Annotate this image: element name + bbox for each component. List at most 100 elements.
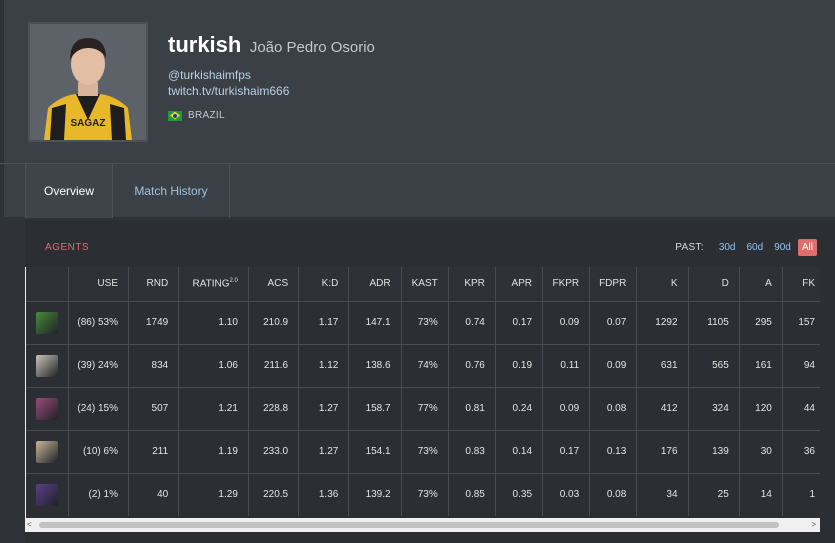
stat-cell-kd: 1.12 bbox=[298, 343, 350, 387]
agent-cell bbox=[26, 386, 69, 430]
time-range-filter: PAST: 30d 60d 90d All bbox=[675, 239, 817, 256]
range-60d-button[interactable]: 60d bbox=[743, 239, 768, 256]
stat-cell-acs: 220.5 bbox=[248, 472, 300, 516]
col-fkpr[interactable]: FKPR bbox=[542, 267, 591, 301]
col-fdpr[interactable]: FDPR bbox=[589, 267, 638, 301]
stat-cell-adr: 138.6 bbox=[348, 343, 402, 387]
col-rnd[interactable]: RND bbox=[128, 267, 180, 301]
past-label: PAST: bbox=[675, 242, 704, 253]
range-90d-button[interactable]: 90d bbox=[770, 239, 795, 256]
horizontal-scrollbar[interactable]: < > bbox=[25, 518, 820, 532]
col-adr[interactable]: ADR bbox=[348, 267, 402, 301]
stat-cell-apr: 0.14 bbox=[495, 429, 544, 473]
col-acs[interactable]: ACS bbox=[248, 267, 300, 301]
agent-cell bbox=[26, 343, 69, 387]
agent-4-icon bbox=[35, 440, 58, 463]
stat-cell-acs: 228.8 bbox=[248, 386, 300, 430]
stat-cell-acs: 233.0 bbox=[248, 429, 300, 473]
stat-cell-fkpr: 0.09 bbox=[542, 386, 591, 430]
stat-cell-fk: 1 bbox=[782, 472, 820, 516]
stat-cell-rnd: 211 bbox=[128, 429, 180, 473]
scrollbar-thumb[interactable] bbox=[39, 522, 779, 528]
stat-cell-kast: 77% bbox=[401, 386, 449, 430]
col-fk[interactable]: FK bbox=[782, 267, 820, 301]
agents-stats-table: USE RND RATING2.0 ACS K:D ADR KAST KPR A… bbox=[26, 267, 820, 516]
player-handle: turkish bbox=[168, 32, 242, 57]
col-d[interactable]: D bbox=[688, 267, 740, 301]
stat-cell-d: 139 bbox=[688, 429, 740, 473]
col-k[interactable]: K bbox=[636, 267, 689, 301]
stat-cell-use: (24) 15% bbox=[68, 386, 129, 430]
stat-cell-fdpr: 0.07 bbox=[589, 300, 638, 344]
stat-cell-adr: 154.1 bbox=[348, 429, 402, 473]
agent-cell bbox=[26, 429, 69, 473]
player-avatar: SAGAZ bbox=[28, 22, 148, 142]
stat-cell-rating: 1.21 bbox=[178, 386, 249, 430]
stat-cell-d: 565 bbox=[688, 343, 740, 387]
table-row: (2) 1% 40 1.29 220.5 1.36 139.2 73% 0.85 0.35 0.0… bbox=[26, 472, 820, 516]
stat-cell-rnd: 1749 bbox=[128, 300, 180, 344]
table-row: (86) 53% 1749 1.10 210.9 1.17 147.1 73% 0.74 0.1… bbox=[26, 300, 820, 344]
stat-cell-kd: 1.27 bbox=[298, 429, 350, 473]
stat-cell-a: 120 bbox=[739, 386, 783, 430]
col-rating[interactable]: RATING2.0 bbox=[178, 267, 249, 301]
stat-cell-k: 631 bbox=[636, 343, 689, 387]
stat-cell-rnd: 40 bbox=[128, 472, 180, 516]
stat-cell-acs: 210.9 bbox=[248, 300, 300, 344]
stat-cell-kpr: 0.76 bbox=[448, 343, 496, 387]
twitter-link[interactable]: @turkishaimfps bbox=[168, 68, 251, 82]
scroll-right-arrow-icon[interactable]: > bbox=[811, 520, 816, 529]
stat-cell-kpr: 0.85 bbox=[448, 472, 496, 516]
agents-section-title: AGENTS bbox=[45, 242, 90, 253]
stat-cell-fkpr: 0.17 bbox=[542, 429, 591, 473]
stat-cell-rating: 1.10 bbox=[178, 300, 249, 344]
stat-cell-k: 1292 bbox=[636, 300, 689, 344]
col-kast[interactable]: KAST bbox=[401, 267, 449, 301]
stat-cell-kd: 1.27 bbox=[298, 386, 350, 430]
agent-cell bbox=[26, 472, 69, 516]
col-kd[interactable]: K:D bbox=[298, 267, 350, 301]
stat-cell-rnd: 834 bbox=[128, 343, 180, 387]
stat-cell-fk: 36 bbox=[782, 429, 820, 473]
stat-cell-fk: 157 bbox=[782, 300, 820, 344]
stat-cell-d: 1105 bbox=[688, 300, 740, 344]
stat-cell-use: (2) 1% bbox=[68, 472, 129, 516]
stat-cell-fk: 44 bbox=[782, 386, 820, 430]
col-rating-label: RATING bbox=[192, 278, 230, 290]
scroll-left-arrow-icon[interactable]: < bbox=[27, 520, 32, 529]
stat-cell-adr: 158.7 bbox=[348, 386, 402, 430]
stat-cell-kast: 73% bbox=[401, 300, 449, 344]
player-country: BRAZIL bbox=[168, 110, 225, 121]
stat-cell-k: 412 bbox=[636, 386, 689, 430]
col-kpr[interactable]: KPR bbox=[448, 267, 496, 301]
agent-2-icon bbox=[35, 354, 58, 377]
stat-cell-a: 14 bbox=[739, 472, 783, 516]
stat-cell-kd: 1.17 bbox=[298, 300, 350, 344]
col-apr[interactable]: APR bbox=[495, 267, 544, 301]
stat-cell-fdpr: 0.13 bbox=[589, 429, 638, 473]
range-30d-button[interactable]: 30d bbox=[715, 239, 740, 256]
agents-panel: AGENTS PAST: 30d 60d 90d All USE RND RAT… bbox=[25, 220, 835, 543]
country-label: BRAZIL bbox=[188, 110, 225, 121]
stat-cell-fdpr: 0.09 bbox=[589, 343, 638, 387]
stat-cell-acs: 211.6 bbox=[248, 343, 300, 387]
stat-cell-d: 25 bbox=[688, 472, 740, 516]
agents-table-container[interactable]: USE RND RATING2.0 ACS K:D ADR KAST KPR A… bbox=[25, 267, 820, 532]
stat-cell-fkpr: 0.03 bbox=[542, 472, 591, 516]
twitch-link[interactable]: twitch.tv/turkishaim666 bbox=[168, 84, 289, 98]
stat-cell-apr: 0.19 bbox=[495, 343, 544, 387]
table-row: (10) 6% 211 1.19 233.0 1.27 154.1 73% 0.83 0.14 0… bbox=[26, 429, 820, 473]
stat-cell-kpr: 0.81 bbox=[448, 386, 496, 430]
stat-cell-use: (39) 24% bbox=[68, 343, 129, 387]
stat-cell-adr: 139.2 bbox=[348, 472, 402, 516]
stat-cell-fdpr: 0.08 bbox=[589, 472, 638, 516]
stat-cell-apr: 0.24 bbox=[495, 386, 544, 430]
table-row: (39) 24% 834 1.06 211.6 1.12 138.6 74% 0.76 0.19… bbox=[26, 343, 820, 387]
stat-cell-kpr: 0.83 bbox=[448, 429, 496, 473]
stat-cell-kd: 1.36 bbox=[298, 472, 350, 516]
tab-overview[interactable]: Overview bbox=[25, 164, 113, 218]
range-all-button[interactable]: All bbox=[797, 239, 817, 256]
col-use[interactable]: USE bbox=[68, 267, 129, 301]
tab-match-history[interactable]: Match History bbox=[113, 164, 230, 218]
col-a[interactable]: A bbox=[739, 267, 783, 301]
